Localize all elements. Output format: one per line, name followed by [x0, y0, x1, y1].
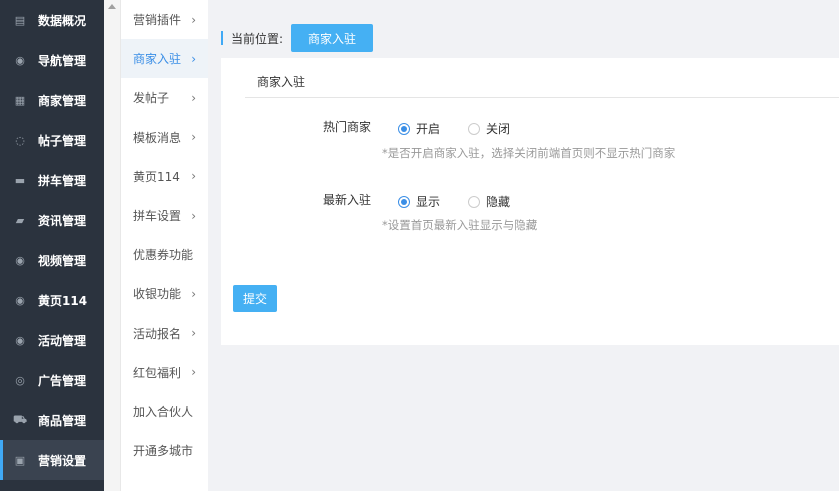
- compass-icon: ◉: [15, 253, 25, 267]
- submenu-item-label: 黄页114: [133, 169, 180, 184]
- radio-label: 开启: [416, 122, 441, 136]
- submenu: 营销插件 › 商家入驻 › 发帖子 › 模板消息 › 黄页114 › 拼车设置 › 优惠券功能收银功能 ›…: [121, 0, 208, 491]
- panel-title: 商家入驻: [257, 75, 306, 89]
- submenu-item-label: 发帖子: [133, 91, 170, 106]
- sidebar-item[interactable]: ◉ 活动管理: [0, 320, 104, 360]
- compass-icon: ◉: [15, 293, 25, 307]
- latest-entries-show-radio[interactable]: 显示: [398, 193, 440, 210]
- submenu-item-label: 拼车设置: [133, 209, 182, 224]
- radio-dot-icon: [398, 122, 410, 135]
- submenu-item[interactable]: 优惠券功能: [121, 235, 208, 274]
- submenu-item[interactable]: 收银功能 ›: [121, 274, 208, 313]
- latest-entries-hint: *设置首页最新入驻显示与隐藏: [382, 218, 538, 232]
- submenu-item[interactable]: 营销插件 ›: [121, 0, 208, 39]
- submenu-item-label: 红包福利: [133, 365, 182, 380]
- sidebar-item-label: 营销设置: [38, 453, 87, 468]
- submenu-item-label: 优惠券功能: [133, 248, 194, 263]
- radio-dot-icon: [468, 195, 480, 208]
- submenu-item-label: 营销插件: [133, 13, 182, 28]
- submenu-item[interactable]: 模板消息 ›: [121, 118, 208, 157]
- submenu-item-label: 商家入驻: [133, 52, 182, 67]
- car-icon: ▬: [14, 173, 26, 187]
- hot-merchants-label: 热门商家: [322, 120, 371, 134]
- submenu-item-label: 模板消息: [133, 130, 182, 145]
- radio-dot-icon: [398, 195, 410, 208]
- settings-panel: 商家入驻 热门商家 开启 关闭 *是否开启商家入驻，选择关闭前端首页则不显示热门…: [221, 58, 839, 345]
- sidebar-item-label: 资讯管理: [38, 213, 87, 228]
- sidebar-item-label: 活动管理: [38, 333, 87, 348]
- submenu-item[interactable]: 活动报名 ›: [121, 314, 208, 353]
- panel-divider: [245, 97, 839, 98]
- sidebar-item-label: 商家管理: [38, 93, 87, 108]
- bank-icon: ▦: [14, 93, 26, 107]
- sidebar-item[interactable]: ◌ 帖子管理: [0, 120, 104, 160]
- latest-entries-label: 最新入驻: [322, 193, 371, 207]
- gift-icon: ▣: [14, 453, 26, 467]
- sidebar-item-label: 视频管理: [38, 253, 87, 268]
- sidebar-item-label: 导航管理: [38, 53, 87, 68]
- dashboard-icon: ▤: [14, 13, 26, 27]
- chevron-right-icon: ›: [191, 130, 196, 145]
- chevron-right-icon: ›: [191, 365, 196, 380]
- scrollbar[interactable]: [104, 0, 121, 491]
- submenu-item[interactable]: 拼车设置 ›: [121, 196, 208, 235]
- sidebar-item[interactable]: ▣ 营销设置: [0, 440, 104, 480]
- submenu-item[interactable]: 红包福利 ›: [121, 353, 208, 392]
- sidebar-item-label: 拼车管理: [38, 173, 87, 188]
- sidebar-item-label: 数据概况: [38, 13, 87, 28]
- chevron-right-icon: ›: [191, 51, 196, 66]
- hot-merchants-off-radio[interactable]: 关闭: [468, 120, 510, 137]
- compass-icon: ◉: [15, 333, 25, 347]
- hot-merchants-hint: *是否开启商家入驻，选择关闭前端首页则不显示热门商家: [382, 146, 676, 160]
- chevron-right-icon: ›: [191, 326, 196, 341]
- main-content: 当前位置: 商家入驻 商家入驻 热门商家 开启 关闭 *是否开启商家入驻，选择关…: [208, 0, 839, 491]
- sidebar-item-label: 商品管理: [38, 413, 87, 428]
- submenu-item[interactable]: 开通多城市: [121, 431, 208, 470]
- lifebuoy-icon: ◎: [15, 373, 25, 387]
- sidebar-item[interactable]: ◉ 导航管理: [0, 40, 104, 80]
- sidebar-item[interactable]: ▰ 资讯管理: [0, 200, 104, 240]
- sidebar-item-label: 黄页114: [38, 293, 88, 308]
- breadcrumb-marker: [221, 31, 223, 45]
- chevron-right-icon: ›: [191, 90, 196, 105]
- breadcrumb: 当前位置: 商家入驻: [221, 24, 374, 52]
- submenu-item[interactable]: 商家入驻 ›: [121, 39, 208, 79]
- submenu-item[interactable]: 黄页114 ›: [121, 157, 208, 196]
- sidebar-item[interactable]: ⛟ 商品管理: [0, 400, 104, 440]
- sidebar-item[interactable]: ▦ 商家管理: [0, 80, 104, 120]
- submenu-item-label: 加入合伙人: [133, 404, 194, 419]
- sidebar-item[interactable]: ◉ 黄页114: [0, 280, 104, 320]
- compass-icon: ◉: [15, 53, 25, 67]
- breadcrumb-current-button[interactable]: 商家入驻: [291, 24, 374, 52]
- latest-entries-hide-radio[interactable]: 隐藏: [468, 193, 510, 210]
- chevron-right-icon: ›: [191, 169, 196, 184]
- sidebar-item-label: 帖子管理: [38, 133, 87, 148]
- breadcrumb-label: 当前位置:: [231, 31, 284, 46]
- submenu-item-label: 开通多城市: [133, 444, 194, 459]
- scroll-up-arrow-icon[interactable]: [108, 4, 116, 9]
- sidebar-item[interactable]: ◉ 视频管理: [0, 240, 104, 280]
- submenu-item-label: 收银功能: [133, 287, 182, 302]
- main-sidebar: ▤ 数据概况 ◉ 导航管理 ▦ 商家管理 ◌ 帖子管理 ▬ 拼车管理 ▰ 资讯管理 ◉ 视频管理 ◉ 黄页11…: [0, 0, 104, 491]
- sidebar-item[interactable]: ◎ 广告管理: [0, 360, 104, 400]
- chevron-right-icon: ›: [191, 208, 196, 223]
- submenu-item-label: 活动报名: [133, 326, 182, 341]
- chat-bubble-icon: ◌: [15, 133, 25, 147]
- cart-icon: ⛟: [13, 412, 27, 426]
- hot-merchants-on-radio[interactable]: 开启: [398, 120, 440, 137]
- chevron-right-icon: ›: [191, 286, 196, 301]
- radio-label: 关闭: [486, 122, 511, 136]
- sidebar-item[interactable]: ▤ 数据概况: [0, 0, 104, 40]
- radio-label: 显示: [416, 195, 441, 209]
- radio-dot-icon: [468, 122, 480, 135]
- submit-button[interactable]: 提交: [233, 285, 278, 312]
- book-icon: ▰: [15, 213, 25, 227]
- sidebar-item-label: 广告管理: [38, 373, 87, 388]
- chevron-right-icon: ›: [191, 12, 196, 27]
- submenu-item[interactable]: 发帖子 ›: [121, 78, 208, 117]
- radio-label: 隐藏: [486, 195, 511, 209]
- sidebar-item[interactable]: ▬ 拼车管理: [0, 160, 104, 200]
- submenu-item[interactable]: 加入合伙人: [121, 392, 208, 431]
